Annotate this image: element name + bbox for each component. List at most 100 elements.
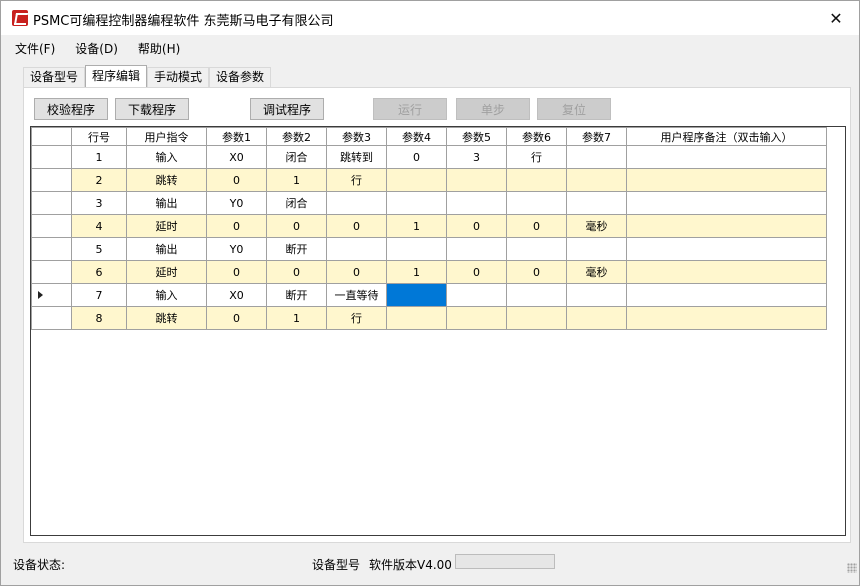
grid-cell[interactable]: 0	[506, 260, 567, 284]
row-header[interactable]	[31, 214, 72, 238]
title-bar[interactable]: PSMC可编程控制器编程软件 东莞斯马电子有限公司 ✕	[1, 1, 859, 35]
grid-header[interactable]: 参数2	[266, 127, 327, 146]
grid-cell[interactable]	[626, 283, 827, 307]
grid-cell[interactable]	[446, 191, 507, 215]
grid-cell[interactable]: 1	[386, 214, 447, 238]
grid-cell[interactable]	[566, 306, 627, 330]
grid-cell[interactable]: 跳转	[126, 306, 207, 330]
grid-cell[interactable]: 5	[71, 237, 127, 261]
program-grid[interactable]: 行号 用户指令 参数1 参数2 参数3 参数4 参数5 参数6 参数7 用户程序…	[30, 126, 846, 536]
verify-program-button[interactable]: 校验程序	[34, 98, 108, 120]
grid-cell[interactable]	[386, 191, 447, 215]
grid-cell[interactable]: 0	[206, 260, 267, 284]
grid-cell[interactable]: 输入	[126, 283, 207, 307]
grid-cell[interactable]	[626, 191, 827, 215]
grid-header[interactable]: 参数7	[566, 127, 627, 146]
grid-cell[interactable]: 闭合	[266, 145, 327, 169]
resize-grip-icon[interactable]	[847, 563, 857, 573]
grid-cell[interactable]	[506, 306, 567, 330]
grid-cell[interactable]	[386, 306, 447, 330]
run-button[interactable]: 运行	[373, 98, 447, 120]
grid-cell[interactable]: 毫秒	[566, 260, 627, 284]
grid-cell[interactable]: 行	[326, 306, 387, 330]
grid-cell[interactable]: 跳转	[126, 168, 207, 192]
grid-row[interactable]: 2 跳转 0 1 行	[31, 168, 827, 192]
reset-button[interactable]: 复位	[537, 98, 611, 120]
grid-cell[interactable]: 0	[326, 260, 387, 284]
grid-cell[interactable]	[626, 237, 827, 261]
grid-cell[interactable]	[626, 214, 827, 238]
grid-cell[interactable]: 1	[266, 306, 327, 330]
grid-cell[interactable]: 跳转到	[326, 145, 387, 169]
grid-cell[interactable]: 0	[266, 260, 327, 284]
grid-cell[interactable]	[506, 191, 567, 215]
grid-cell[interactable]	[446, 237, 507, 261]
row-header[interactable]	[31, 306, 72, 330]
grid-cell[interactable]: 0	[506, 214, 567, 238]
grid-cell[interactable]: 1	[386, 260, 447, 284]
grid-cell[interactable]: 延时	[126, 260, 207, 284]
row-header[interactable]	[31, 191, 72, 215]
grid-cell[interactable]	[506, 237, 567, 261]
grid-cell[interactable]: 0	[446, 214, 507, 238]
grid-cell[interactable]	[326, 191, 387, 215]
grid-cell[interactable]: 输入	[126, 145, 207, 169]
grid-cell[interactable]	[626, 306, 827, 330]
grid-cell[interactable]: 毫秒	[566, 214, 627, 238]
grid-cell[interactable]	[506, 283, 567, 307]
grid-header[interactable]: 参数6	[506, 127, 567, 146]
grid-cell[interactable]: 0	[386, 145, 447, 169]
row-header[interactable]	[31, 260, 72, 284]
grid-cell[interactable]: 4	[71, 214, 127, 238]
grid-cell[interactable]: 0	[326, 214, 387, 238]
tab-manual-mode[interactable]: 手动模式	[147, 67, 210, 87]
grid-cell[interactable]: 0	[266, 214, 327, 238]
grid-cell[interactable]: Y0	[206, 191, 267, 215]
grid-cell[interactable]: 一直等待	[326, 283, 387, 307]
grid-cell[interactable]: 3	[446, 145, 507, 169]
tab-program-edit[interactable]: 程序编辑	[85, 65, 148, 87]
grid-cell[interactable]	[386, 168, 447, 192]
grid-header[interactable]: 参数5	[446, 127, 507, 146]
grid-cell[interactable]: Y0	[206, 237, 267, 261]
tab-device-params[interactable]: 设备参数	[209, 67, 272, 87]
grid-cell[interactable]	[446, 168, 507, 192]
grid-cell[interactable]	[626, 145, 827, 169]
grid-header[interactable]: 用户程序备注（双击输入）	[626, 127, 827, 146]
grid-header[interactable]: 用户指令	[126, 127, 207, 146]
grid-cell[interactable]	[326, 237, 387, 261]
grid-cell[interactable]: 0	[206, 306, 267, 330]
grid-row[interactable]: 7 输入 X0 断开 一直等待	[31, 283, 827, 307]
row-header[interactable]	[31, 145, 72, 169]
grid-cell[interactable]: X0	[206, 145, 267, 169]
debug-program-button[interactable]: 调试程序	[250, 98, 324, 120]
grid-cell[interactable]: X0	[206, 283, 267, 307]
grid-cell[interactable]	[626, 168, 827, 192]
grid-row[interactable]: 6 延时 0 0 0 1 0 0 毫秒	[31, 260, 827, 284]
grid-row[interactable]: 1 输入 X0 闭合 跳转到 0 3 行	[31, 145, 827, 169]
grid-cell[interactable]: 1	[71, 145, 127, 169]
close-button[interactable]: ✕	[813, 1, 859, 35]
grid-cell[interactable]: 断开	[266, 237, 327, 261]
grid-row[interactable]: 3 输出 Y0 闭合	[31, 191, 827, 215]
grid-cell[interactable]: 3	[71, 191, 127, 215]
menu-device[interactable]: 设备(D)	[75, 40, 118, 57]
grid-cell[interactable]	[566, 191, 627, 215]
grid-cell[interactable]: 0	[206, 214, 267, 238]
grid-cell[interactable]: 行	[506, 145, 567, 169]
row-header[interactable]	[31, 237, 72, 261]
row-header[interactable]	[31, 168, 72, 192]
grid-cell[interactable]: 输出	[126, 237, 207, 261]
grid-cell[interactable]: 闭合	[266, 191, 327, 215]
grid-cell[interactable]: 0	[206, 168, 267, 192]
grid-cell[interactable]: 行	[326, 168, 387, 192]
grid-cell[interactable]: 输出	[126, 191, 207, 215]
grid-cell[interactable]	[446, 283, 507, 307]
grid-cell[interactable]	[446, 306, 507, 330]
tab-device-model[interactable]: 设备型号	[23, 67, 86, 87]
menu-help[interactable]: 帮助(H)	[138, 40, 180, 57]
grid-cell[interactable]: 7	[71, 283, 127, 307]
grid-cell[interactable]	[566, 168, 627, 192]
grid-header[interactable]: 参数1	[206, 127, 267, 146]
grid-header[interactable]: 参数3	[326, 127, 387, 146]
